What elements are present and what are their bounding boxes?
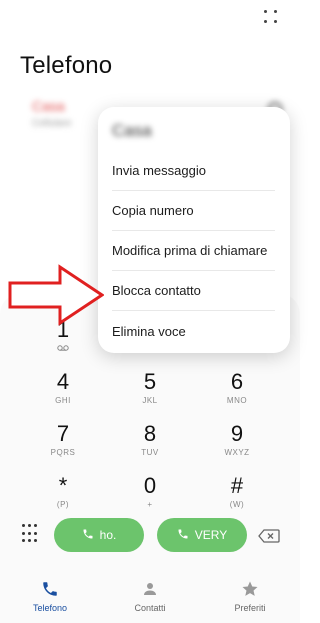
key-9[interactable]: 9 WXYZ <box>194 422 280 472</box>
voicemail-icon <box>20 344 106 353</box>
key-letters: (W) <box>229 500 245 509</box>
key-7[interactable]: 7 PQRS <box>20 422 106 472</box>
phone-icon <box>177 528 189 543</box>
nav-telefono[interactable]: Telefono <box>10 580 90 613</box>
key-digit: 5 <box>143 369 157 394</box>
key-digit: 0 <box>143 473 157 498</box>
key-letters: (P) <box>56 500 70 509</box>
nav-label: Contatti <box>134 603 166 613</box>
key-digit: 4 <box>56 369 70 394</box>
call-button-sim2[interactable]: VERY <box>157 518 247 552</box>
key-digit: 6 <box>230 369 244 394</box>
key-digit: 7 <box>56 421 70 446</box>
star-icon <box>241 581 259 600</box>
key-letters: GHI <box>55 396 71 405</box>
key-5[interactable]: 5 JKL <box>107 370 193 420</box>
menu-item-modifica-prima[interactable]: Modifica prima di chiamare <box>112 231 275 271</box>
menu-item-copia-numero[interactable]: Copia numero <box>112 191 275 231</box>
phone-icon <box>82 528 94 543</box>
key-8[interactable]: 8 TUV <box>107 422 193 472</box>
key-digit: * <box>58 473 68 498</box>
key-0[interactable]: 0 + <box>107 474 193 524</box>
key-letters: JKL <box>142 396 158 405</box>
backspace-icon[interactable] <box>258 529 280 543</box>
call-button-label: VERY <box>194 528 228 542</box>
bottom-navigation: Telefono Contatti Preferiti <box>0 574 300 623</box>
context-menu: Casa Invia messaggio Copia numero Modifi… <box>98 107 290 353</box>
nav-contatti[interactable]: Contatti <box>110 580 190 613</box>
menu-header: Casa <box>112 121 152 140</box>
call-log-subtitle: Cellulare <box>32 118 72 129</box>
menu-item-blocca-contatto[interactable]: Blocca contatto <box>112 271 275 311</box>
key-letters: + <box>147 500 153 509</box>
more-options-icon[interactable] <box>264 10 278 24</box>
menu-item-elimina-voce[interactable]: Elimina voce <box>112 311 275 351</box>
key-hash[interactable]: # (W) <box>194 474 280 524</box>
nav-label: Telefono <box>32 603 68 613</box>
call-button-sim1[interactable]: ho. <box>54 518 144 552</box>
key-digit: # <box>230 473 244 498</box>
contacts-icon <box>141 583 159 600</box>
page-title: Telefono <box>20 52 113 79</box>
phone-icon <box>41 582 59 600</box>
key-letters: TUV <box>141 448 159 457</box>
key-6[interactable]: 6 MNO <box>194 370 280 420</box>
key-digit: 9 <box>230 421 244 446</box>
key-digit: 8 <box>143 421 157 446</box>
nav-label: Preferiti <box>234 603 266 613</box>
key-letters: MNO <box>226 396 248 405</box>
nav-preferiti[interactable]: Preferiti <box>210 580 290 613</box>
key-4[interactable]: 4 GHI <box>20 370 106 420</box>
menu-item-invia-messaggio[interactable]: Invia messaggio <box>112 151 275 191</box>
call-log-name: Casa <box>32 98 65 114</box>
call-button-label: ho. <box>99 528 117 542</box>
dialpad-toggle-icon[interactable] <box>22 524 38 544</box>
key-letters: PQRS <box>50 448 76 457</box>
annotation-arrow-icon <box>8 264 105 326</box>
key-letters: WXYZ <box>224 448 250 457</box>
key-star[interactable]: * (P) <box>20 474 106 524</box>
